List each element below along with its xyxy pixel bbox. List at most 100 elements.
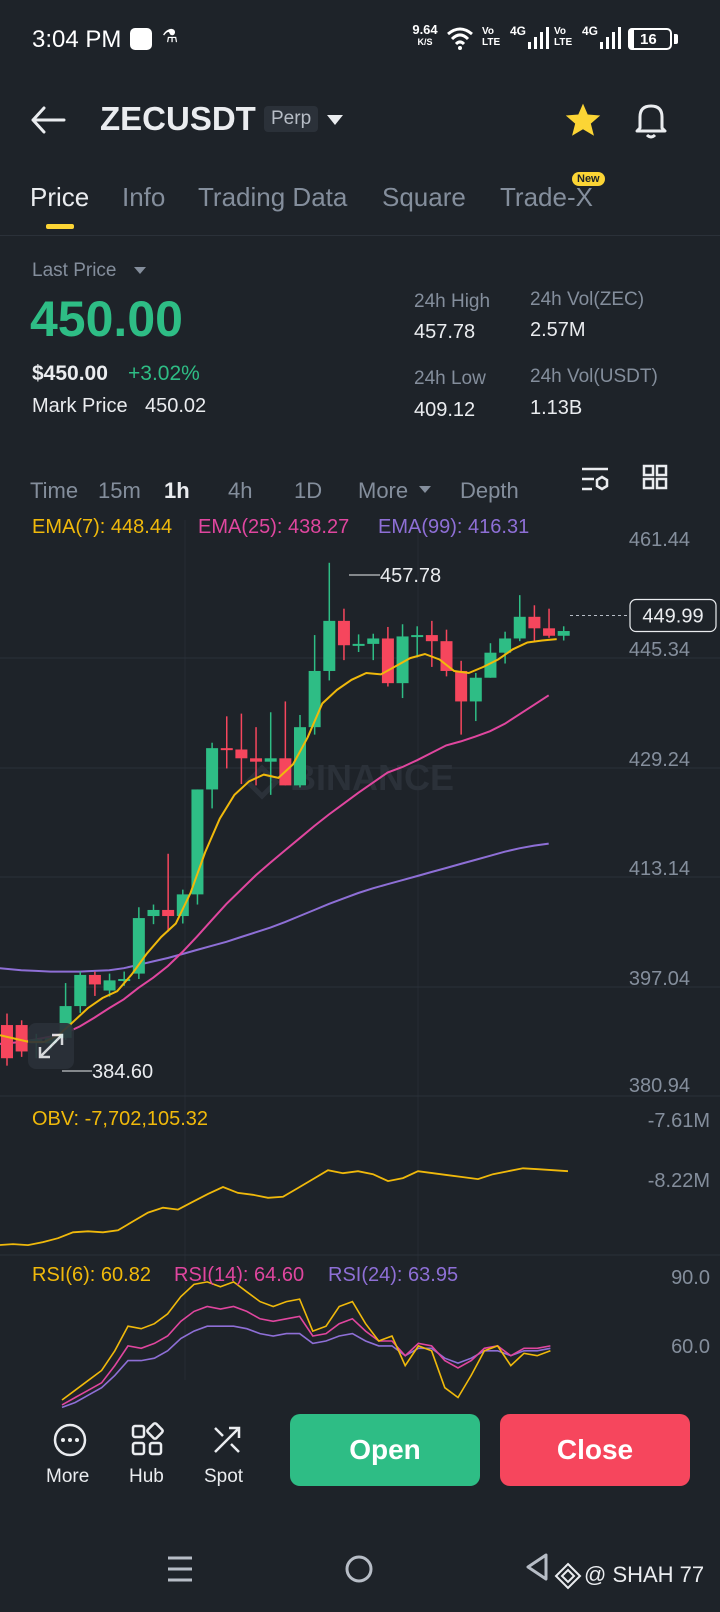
spot-label: Spot bbox=[204, 1466, 244, 1487]
tf-more-dropdown-icon[interactable] bbox=[418, 485, 432, 494]
tab-square[interactable]: Square bbox=[382, 182, 466, 213]
ema99-line bbox=[0, 842, 549, 973]
rsi-axis-tick: 60.0 bbox=[671, 1336, 710, 1358]
candle-down bbox=[455, 670, 468, 702]
recent-apps-icon[interactable] bbox=[166, 1554, 194, 1584]
low-24h-label: 24h Low bbox=[414, 368, 486, 389]
screenshot-watermark: @ SHAH 77 bbox=[584, 1562, 705, 1587]
binance-watermark: BINANCE bbox=[290, 757, 454, 798]
candle-up bbox=[294, 727, 306, 786]
battery-icon: 16 bbox=[628, 28, 672, 50]
indicator-settings-icon[interactable] bbox=[580, 465, 610, 493]
more-label: More bbox=[46, 1466, 90, 1487]
notification-square-icon bbox=[130, 28, 152, 50]
candle-down bbox=[235, 749, 248, 759]
candle-down bbox=[1, 1025, 13, 1059]
watermark-diamond-icon bbox=[554, 1562, 582, 1590]
new-badge: New bbox=[572, 172, 605, 186]
tf-15m[interactable]: 15m bbox=[98, 478, 141, 504]
flask-icon: ⚗ bbox=[162, 26, 179, 46]
candle-down bbox=[528, 616, 541, 629]
rsi14-label: RSI(14): 64.60 bbox=[174, 1264, 305, 1286]
network-speed: 9.64 K/S bbox=[408, 22, 442, 48]
candle-down bbox=[250, 758, 263, 762]
candle-down bbox=[220, 748, 233, 751]
more-button[interactable]: More bbox=[40, 1420, 100, 1510]
rsi6-path bbox=[61, 1280, 551, 1401]
volte-indicator-1: Vo LTE bbox=[482, 26, 501, 48]
usd-price: $450.00 bbox=[32, 362, 108, 385]
spot-button[interactable]: Spot bbox=[202, 1420, 252, 1510]
system-nav-bar: @ SHAH 77 bbox=[0, 1540, 720, 1612]
symbol-dropdown-icon[interactable] bbox=[326, 114, 344, 126]
ema99-label: EMA(99): 416.31 bbox=[378, 516, 530, 538]
rsi-axis-tick: 90.0 bbox=[671, 1267, 710, 1289]
back-triangle-icon[interactable] bbox=[524, 1552, 552, 1582]
candle-up bbox=[352, 643, 365, 646]
vol-base-value: 2.57M bbox=[530, 319, 586, 341]
tf-time[interactable]: Time bbox=[30, 478, 78, 504]
layout-grid-icon[interactable] bbox=[642, 464, 668, 490]
network-type-1: 4G bbox=[510, 24, 527, 38]
candle-down bbox=[337, 620, 350, 646]
tf-4h[interactable]: 4h bbox=[228, 478, 252, 504]
status-time: 3:04 PM bbox=[32, 26, 122, 53]
candle-up bbox=[147, 909, 160, 917]
expand-icon bbox=[38, 1033, 64, 1059]
tab-price[interactable]: Price bbox=[30, 182, 89, 213]
price-axis-tick: 413.14 bbox=[629, 858, 690, 880]
header: ZECUSDT Perp bbox=[0, 90, 720, 160]
volte-indicator-2: Vo LTE bbox=[554, 26, 573, 48]
binance-logo-icon bbox=[244, 764, 280, 800]
tf-more[interactable]: More bbox=[358, 478, 408, 504]
close-position-button[interactable]: Close bbox=[500, 1414, 690, 1486]
last-price-label[interactable]: Last Price bbox=[32, 260, 116, 282]
chart-grid bbox=[0, 520, 720, 1380]
open-position-button[interactable]: Open bbox=[290, 1414, 480, 1486]
speed-unit: K/S bbox=[417, 37, 433, 47]
hub-button[interactable]: Hub bbox=[125, 1420, 169, 1510]
mark-price-value: 450.02 bbox=[145, 395, 207, 417]
fullscreen-button[interactable] bbox=[28, 1023, 74, 1069]
star-favorite-icon[interactable] bbox=[564, 102, 602, 138]
candle-up bbox=[323, 620, 336, 671]
perp-badge: Perp bbox=[264, 106, 319, 132]
tab-trading-data[interactable]: Trading Data bbox=[198, 182, 347, 213]
candle-up bbox=[103, 980, 116, 991]
last-price-dropdown-icon[interactable] bbox=[133, 266, 147, 275]
rsi-panel: 90.0 60.0 bbox=[61, 1267, 710, 1409]
battery-level: 16 bbox=[640, 31, 657, 48]
tab-info[interactable]: Info bbox=[122, 182, 165, 213]
rsi24-path bbox=[61, 1325, 551, 1409]
tf-1h[interactable]: 1h bbox=[164, 478, 190, 504]
speed-value: 9.64 bbox=[412, 22, 438, 37]
spot-swap-icon bbox=[214, 1426, 241, 1453]
candle-up bbox=[469, 677, 482, 702]
ema25-label: EMA(25): 438.27 bbox=[198, 516, 350, 538]
more-dots-icon bbox=[53, 1423, 87, 1457]
high-marker-label: 457.78 bbox=[380, 565, 441, 587]
candle-down bbox=[425, 635, 438, 642]
tab-bar: Price Info Trading Data Square Trade-X N… bbox=[0, 170, 720, 236]
candle-up bbox=[513, 616, 526, 639]
tab-trade-x[interactable]: Trade-X bbox=[500, 182, 593, 213]
ema99-path bbox=[0, 842, 549, 973]
symbol-title[interactable]: ZECUSDT bbox=[100, 100, 256, 138]
back-arrow-icon[interactable] bbox=[30, 106, 66, 134]
candles bbox=[1, 562, 570, 1066]
home-circle-icon[interactable] bbox=[344, 1554, 374, 1584]
obv-label: OBV: -7,702,105.32 bbox=[32, 1108, 209, 1130]
bell-icon[interactable] bbox=[632, 100, 670, 140]
hub-label: Hub bbox=[129, 1466, 164, 1487]
candle-up bbox=[264, 758, 277, 762]
tf-1d[interactable]: 1D bbox=[294, 478, 322, 504]
candle-up bbox=[557, 631, 570, 636]
obv-path bbox=[0, 1167, 569, 1247]
signal-bars-icon-1 bbox=[528, 27, 549, 49]
price-axis-tick: 429.24 bbox=[629, 749, 690, 771]
candle-up bbox=[176, 894, 189, 917]
low-marker-label: 384.60 bbox=[92, 1061, 153, 1083]
candle-down bbox=[162, 909, 175, 917]
tf-depth[interactable]: Depth bbox=[460, 478, 519, 504]
chart-area[interactable]: BINANCE 461.44 445.34 429.24 413.14 397.04 38… bbox=[0, 516, 720, 1420]
